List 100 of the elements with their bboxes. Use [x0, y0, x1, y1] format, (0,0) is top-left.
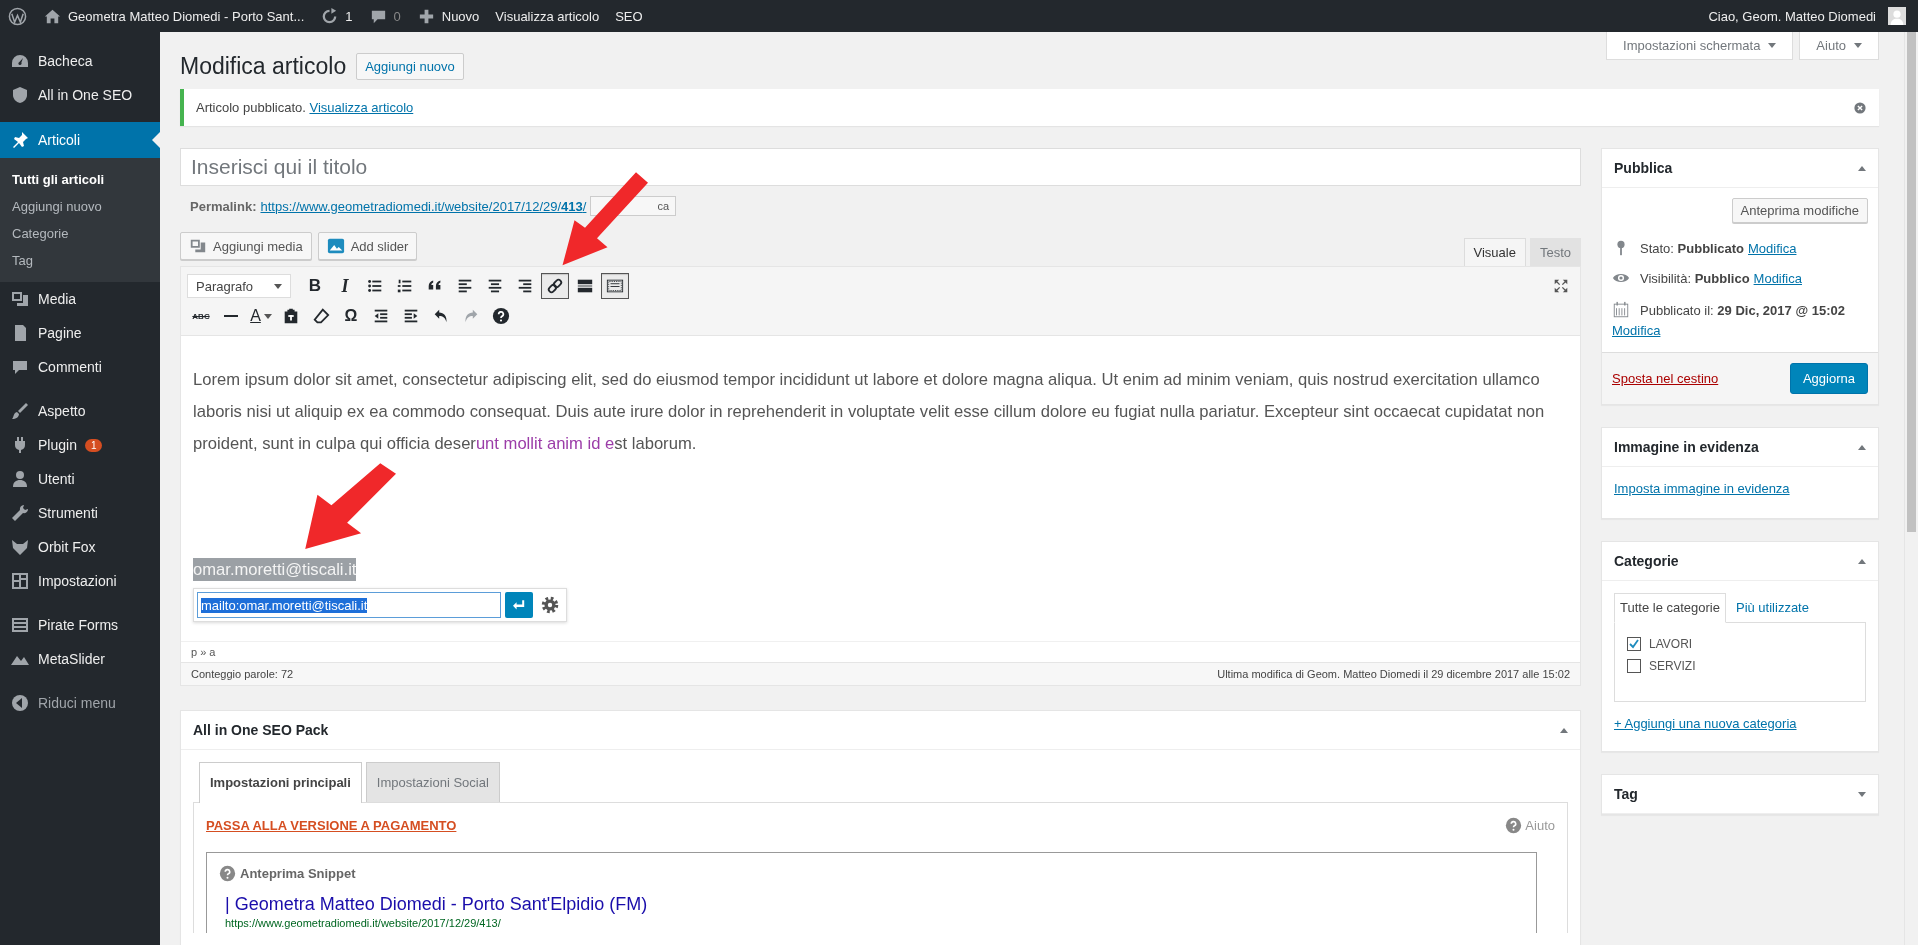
editor-tab[interactable]: Testo — [1529, 238, 1581, 266]
checkbox[interactable] — [1627, 659, 1641, 673]
updates-link[interactable]: 1 — [312, 0, 361, 32]
italic-button[interactable]: I — [331, 273, 359, 299]
post-paragraph: Lorem ipsum dolor sit amet, consectetur adipiscing elit, sed do eiusmod tempor incididunt ut labore et dolore magna aliqua. Ut enim ad minim veniam, quis nostrud exercitation ullamco laboris nisi ut aliquip ex ea commodo consequat. Duis aute irure dolor in reprehenderit in voluptate velit esse cillum dolore eu fugiat nulla pariatur. Excepteur sint occaecat cupidatat non proident, sunt in culpa qui officia deserunt mollit anim id est laborum. — [193, 369, 1546, 455]
format-dropdown[interactable]: Paragrafo — [187, 274, 291, 298]
caret-icon — [1854, 43, 1862, 48]
special-character-button[interactable]: Ω — [337, 303, 365, 329]
keyboard-button[interactable] — [601, 273, 629, 299]
sidebar-item[interactable]: Impostazioni — [0, 564, 160, 598]
panel-title: Pubblica — [1614, 160, 1673, 176]
caret-icon — [274, 283, 282, 289]
sidebar-item[interactable]: Pirate Forms — [0, 608, 160, 642]
publish-status-text: Pubblicato il: 29 Dic, 2017 @ 15:02 — [1640, 302, 1845, 318]
snippet-title: | Geometra Matteo Diomedi - Porto Sant'Elpidio (FM) — [224, 894, 649, 915]
media-button[interactable]: Add slider — [317, 232, 418, 260]
help-icon — [492, 307, 510, 325]
help-icon — [1505, 817, 1523, 834]
scrollbar[interactable] — [1904, 32, 1918, 945]
text-color-button[interactable]: A — [247, 303, 275, 329]
edit-link[interactable]: Modifica — [1748, 240, 1797, 256]
title-field[interactable]: Inserisci qui il titolo — [180, 148, 1581, 186]
collapse-icon — [10, 693, 30, 713]
checkbox[interactable] — [1627, 637, 1641, 651]
snippet-label: Anteprima Snippet — [240, 866, 356, 881]
update-button[interactable]: Aggiorna — [1789, 363, 1868, 394]
submenu-item[interactable]: Aggiungi nuovo — [0, 193, 160, 220]
close-icon[interactable] — [1853, 100, 1867, 115]
category-tab[interactable]: Più utilizzate — [1729, 593, 1815, 622]
toggle-icon[interactable] — [1858, 165, 1866, 171]
submenu-item[interactable]: Tag — [0, 247, 160, 274]
category-tab[interactable]: Tutte le categorie — [1614, 593, 1726, 623]
page-title: Modifica articolo — [180, 53, 347, 80]
toggle-icon[interactable] — [1858, 558, 1866, 564]
collapse-menu-button[interactable]: Riduci menu — [0, 686, 160, 720]
comments-link[interactable]: 0 — [360, 0, 409, 32]
avatar-icon — [1888, 7, 1906, 25]
panel-title: Immagine in evidenza — [1614, 439, 1759, 455]
sidebar-item[interactable]: Plugin 1 — [0, 428, 160, 462]
sidebar-item[interactable]: Orbit Fox — [0, 530, 160, 564]
apply-link-button[interactable] — [505, 592, 533, 618]
word-count: Conteggio parole: 72 — [191, 668, 294, 680]
fullscreen-icon[interactable] — [1552, 277, 1570, 295]
submenu-item[interactable]: Tutti gli articoli — [0, 166, 160, 193]
horizontal-line-icon — [224, 315, 238, 317]
link-url-field[interactable]: mailto:omar.moretti@tiscali.it — [197, 592, 501, 618]
bold-button[interactable]: B — [301, 273, 329, 299]
new-content-link[interactable]: Nuovo — [408, 0, 488, 32]
media-icon — [189, 237, 207, 255]
add-new-button[interactable]: Aggiungi nuovo — [356, 53, 464, 80]
seo-menu-link[interactable]: SEO — [607, 0, 651, 32]
media-button[interactable]: Aggiungi media — [180, 232, 312, 260]
sidebar-item[interactable]: Aspetto — [0, 394, 160, 428]
toggle-icon[interactable] — [1560, 727, 1568, 733]
sidebar-item-label: Aspetto — [38, 403, 86, 419]
move-to-trash-link[interactable]: Sposta nel cestino — [1612, 371, 1719, 386]
add-category-link[interactable]: + Aggiungi una nuova categoria — [1614, 716, 1797, 731]
seo-tab[interactable]: Impostazioni Social — [365, 762, 500, 802]
help-icon — [219, 865, 236, 882]
toggle-icon[interactable] — [1858, 791, 1866, 797]
permalink-link[interactable]: https://www.geometradiomedi.it/website/2017/12/29/413/ — [260, 198, 587, 214]
sidebar-item[interactable]: Media — [0, 282, 160, 316]
set-featured-image-link[interactable]: Imposta immagine in evidenza — [1614, 481, 1790, 496]
sidebar-item[interactable]: Bacheca — [0, 44, 160, 78]
screen-meta-tab[interactable]: Aiuto — [1799, 32, 1879, 60]
edit-link[interactable]: Modifica — [1753, 270, 1802, 286]
preview-changes-button[interactable]: Anteprima modifiche — [1731, 198, 1868, 223]
publish-status-text: Stato: Pubblicato — [1640, 240, 1745, 256]
sidebar-item-label: Media — [38, 291, 77, 307]
sidebar-item[interactable]: Articoli — [0, 122, 160, 158]
site-name-link[interactable]: Geometra Matteo Diomedi - Porto Sant... — [35, 0, 313, 32]
seo-tab[interactable]: Impostazioni principali — [199, 762, 362, 803]
sidebar-item-label: Strumenti — [38, 505, 98, 521]
sidebar-item[interactable]: Pagine — [0, 316, 160, 350]
settings-icon — [10, 571, 30, 591]
view-post-link[interactable]: Visualizza articolo — [487, 0, 608, 32]
editor-tab[interactable]: Visuale — [1463, 238, 1526, 266]
edit-link[interactable]: Modifica — [1612, 323, 1661, 338]
toggle-icon[interactable] — [1858, 444, 1866, 450]
submenu-item[interactable]: Categorie — [0, 220, 160, 247]
caret-icon — [1768, 43, 1777, 48]
sidebar-item[interactable]: MetaSlider — [0, 642, 160, 676]
sidebar-item[interactable]: Commenti — [0, 350, 160, 384]
strikethrough-button[interactable]: ABC — [187, 303, 215, 329]
permalink-label: Permalink: — [190, 198, 257, 214]
image-icon — [326, 237, 345, 255]
link-button[interactable] — [541, 273, 569, 299]
media-icon — [10, 289, 30, 309]
account-menu[interactable]: Ciao, Geom. Matteo Diomedi — [1700, 0, 1914, 32]
upgrade-link[interactable]: PASSA ALLA VERSIONE A PAGAMENTO — [206, 818, 457, 833]
sidebar-item[interactable]: Strumenti — [0, 496, 160, 530]
screen-meta-tab[interactable]: Impostazioni schermata — [1606, 32, 1794, 60]
brush-icon — [10, 401, 30, 421]
view-post-link[interactable]: Visualizza articolo — [309, 100, 414, 115]
panel-title: All in One SEO Pack — [193, 722, 329, 738]
gear-icon[interactable] — [540, 595, 560, 615]
last-edit-info: Ultima modifica di Geom. Matteo Diomedi il 29 dicembre 2017 alle 15:02 — [1217, 668, 1570, 680]
sidebar-item[interactable]: Utenti — [0, 462, 160, 496]
read-more-icon — [576, 277, 594, 295]
sidebar-item[interactable]: All in One SEO — [0, 78, 160, 112]
